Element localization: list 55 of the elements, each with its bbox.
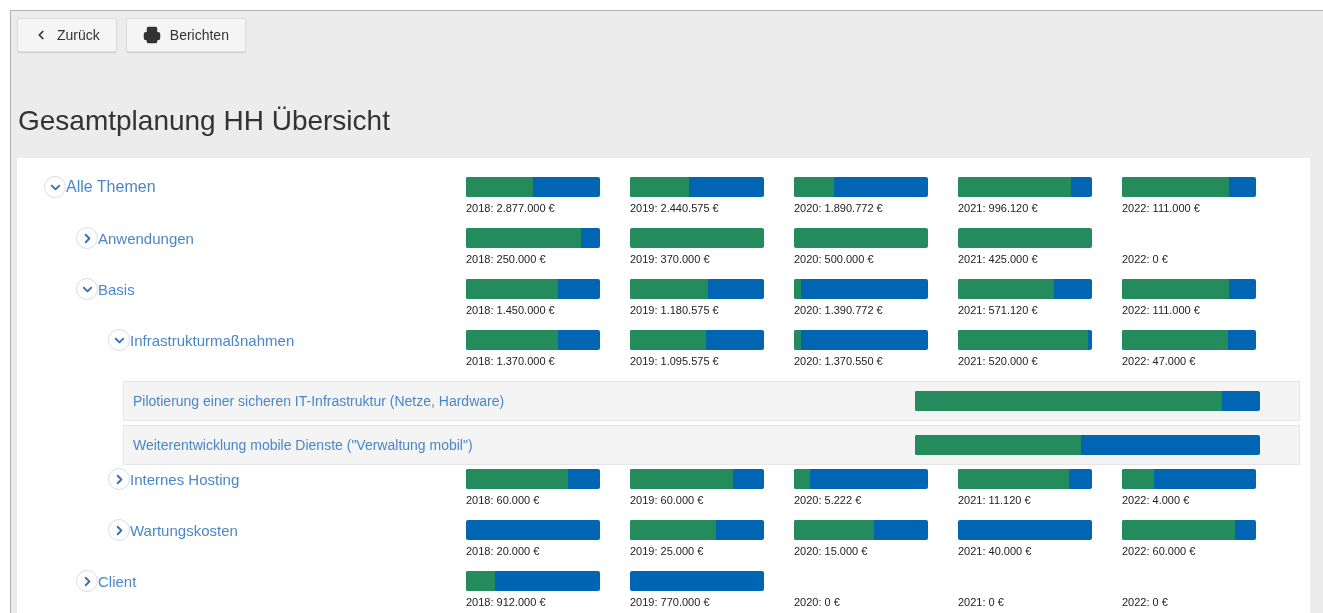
year-amount: 2018: 20.000 € <box>466 544 541 558</box>
back-button[interactable]: Zurück <box>17 18 117 52</box>
year-amount: 2019: 1.180.575 € <box>630 303 720 317</box>
year-amount: 2020: 1.890.772 € <box>794 201 884 215</box>
year-amount: 2018: 912.000 € <box>466 595 547 609</box>
year-amount: 2021: 571.120 € <box>958 303 1039 317</box>
year-amount: 2022: 47.000 € <box>1122 354 1197 368</box>
year-amount: 2021: 520.000 € <box>958 354 1039 368</box>
year-amount: 2018: 1.450.000 € <box>466 303 556 317</box>
year-amount: 2020: 500.000 € <box>794 252 875 266</box>
year-amount: 2021: 425.000 € <box>958 252 1039 266</box>
year-amount: 2018: 1.370.000 € <box>466 354 556 368</box>
collapse-toggle[interactable] <box>44 176 66 198</box>
report-button[interactable]: Berichten <box>125 18 246 52</box>
year-amount: 2019: 370.000 € <box>630 252 711 266</box>
year-amount: 2020: 5.222 € <box>794 493 863 507</box>
year-amount: 2020: 1.370.550 € <box>794 354 884 368</box>
year-amount: 2019: 60.000 € <box>630 493 705 507</box>
printer-icon <box>142 26 161 44</box>
year-amount: 2019: 770.000 € <box>630 595 711 609</box>
tree-node-label[interactable]: Alle Themen <box>66 178 156 196</box>
year-amount: 2020: 15.000 € <box>794 544 869 558</box>
year-amount: 2018: 60.000 € <box>466 493 541 507</box>
year-amount: 2019: 25.000 € <box>630 544 705 558</box>
expand-toggle[interactable] <box>76 570 98 592</box>
year-amount: 2021: 0 € <box>958 595 1005 609</box>
collapse-toggle[interactable] <box>76 278 98 300</box>
tree-node-label[interactable]: Wartungskosten <box>130 521 238 539</box>
year-amount: 2022: 0 € <box>1122 595 1169 609</box>
tree-node-label[interactable]: Internes Hosting <box>130 470 240 488</box>
year-amount: 2022: 111.000 € <box>1122 201 1201 215</box>
year-amount: 2020: 0 € <box>794 595 841 609</box>
expand-toggle[interactable] <box>108 519 130 541</box>
project-link[interactable]: Pilotierung einer sicheren IT-Infrastruktur (Netze, Hardware) <box>133 393 505 409</box>
year-amount: 2022: 0 € <box>1122 252 1169 266</box>
year-amount: 2021: 40.000 € <box>958 544 1033 558</box>
year-amount: 2019: 2.440.575 € <box>630 201 720 215</box>
year-amount: 2022: 111.000 € <box>1122 303 1201 317</box>
collapse-toggle[interactable] <box>108 329 130 351</box>
expand-toggle[interactable] <box>108 468 130 490</box>
year-amount: 2018: 250.000 € <box>466 252 547 266</box>
year-amount: 2021: 11.120 € <box>958 493 1032 507</box>
year-amount: 2022: 4.000 € <box>1122 493 1191 507</box>
tree-node-label[interactable]: Anwendungen <box>98 229 194 247</box>
tree-node-label[interactable]: Client <box>98 572 137 590</box>
tree-node-label[interactable]: Basis <box>98 280 135 298</box>
year-amount: 2021: 996.120 € <box>958 201 1039 215</box>
page-title: Gesamtplanung HH Übersicht <box>18 104 391 138</box>
year-amount: 2018: 2.877.000 € <box>466 201 556 215</box>
expand-toggle[interactable] <box>76 227 98 249</box>
tree-node-label[interactable]: Infrastrukturmaßnahmen <box>130 331 295 349</box>
year-amount: 2020: 1.390.772 € <box>794 303 884 317</box>
year-amount: 2019: 1.095.575 € <box>630 354 720 368</box>
project-link[interactable]: Weiterentwicklung mobile Dienste ("Verwaltung mobil") <box>133 437 473 453</box>
year-amount: 2022: 60.000 € <box>1122 544 1197 558</box>
